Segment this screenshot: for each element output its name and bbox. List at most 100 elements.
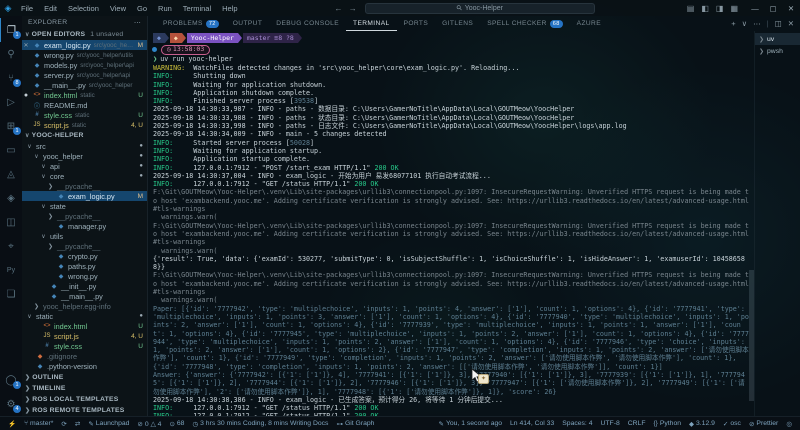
git-graph-item[interactable]: ⊶Git Graph — [332, 420, 378, 428]
tree-folder[interactable]: ∨yooc_helper● — [22, 151, 147, 161]
project-manager-icon[interactable]: ❏ — [0, 282, 22, 306]
open-editor-item[interactable]: #style.cssstaticU — [22, 110, 147, 120]
panel-tab-ports[interactable]: PORTS — [397, 16, 436, 31]
tree-file[interactable]: ◆crypto.py — [22, 251, 147, 261]
history-nav-icons[interactable]: ← → — [335, 4, 359, 13]
language-mode[interactable]: {}Python — [650, 420, 686, 428]
tree-file[interactable]: ◆.python-version — [22, 361, 147, 371]
cursor-position[interactable]: Ln 414, Col 33 — [506, 420, 558, 428]
section-outline[interactable]: ❯OUTLINE — [22, 372, 147, 383]
wakatime-item[interactable]: ◷3 hrs 30 mins Coding, 8 mins Writing Do… — [188, 420, 332, 428]
remote-explorer-icon[interactable]: ▭ — [0, 138, 22, 162]
run-debug-icon[interactable]: ▷ — [0, 90, 22, 114]
open-editor-item[interactable]: ◆__main__.pysrc\yooc_helper — [22, 80, 147, 90]
explorer-icon[interactable]: ❐1 — [0, 18, 22, 42]
panel-tab-gitlens[interactable]: GITLENS — [435, 16, 480, 31]
explorer-more-actions-icon[interactable]: ⋯ — [134, 19, 141, 27]
menu-file[interactable]: File — [16, 2, 38, 15]
menu-go[interactable]: Go — [132, 2, 152, 15]
open-editors-header[interactable]: ∨ OPEN EDITORS 1 unsaved — [22, 29, 147, 40]
tree-file[interactable]: ◆.gitignore — [22, 351, 147, 361]
problems-item[interactable]: ⊘0 △ 4 — [133, 420, 165, 428]
account-icon[interactable]: ◯1 — [0, 368, 22, 392]
tree-file[interactable]: JSscript.js4, U — [22, 331, 147, 341]
split-terminal-icon[interactable]: ◫ — [775, 19, 782, 28]
close-button[interactable]: ✕ — [782, 2, 800, 15]
menu-selection[interactable]: Selection — [63, 2, 104, 15]
tree-file[interactable]: ◆__init__.py — [22, 281, 147, 291]
settings-gear-icon[interactable]: ⚙4 — [0, 392, 22, 416]
indentation[interactable]: Spaces: 4 — [558, 420, 596, 428]
launchpad-item[interactable]: ✎Launchpad — [84, 420, 133, 428]
tree-folder[interactable]: ❯__pycache__ — [22, 181, 147, 191]
tree-folder[interactable]: ∨src● — [22, 141, 147, 151]
tree-folder[interactable]: ∨static● — [22, 311, 147, 321]
tree-folder[interactable]: ∨utils — [22, 231, 147, 241]
remote-window-icon[interactable]: ⚡ — [4, 420, 20, 428]
customize-layout-icon[interactable]: ▦ — [730, 4, 738, 13]
section-ros-local-templates[interactable]: ❯ROS LOCAL TEMPLATES — [22, 394, 147, 405]
menu-edit[interactable]: Edit — [39, 2, 62, 15]
tree-folder[interactable]: ∨api● — [22, 161, 147, 171]
open-editor-item[interactable]: JSscript.jsstatic4, U — [22, 120, 147, 130]
source-control-icon[interactable]: ⑂8 — [0, 66, 22, 90]
venv-item[interactable]: ✓osc — [719, 420, 745, 428]
testing-icon[interactable]: ◬ — [0, 162, 22, 186]
python-interpreter[interactable]: ◆3.12.9 — [685, 420, 719, 428]
command-center-search[interactable]: ⚲ Yooc-Helper — [365, 3, 595, 14]
open-editor-item[interactable]: ◆wrong.pysrc\yooc_helper\utils — [22, 50, 147, 60]
gitlens-icon[interactable]: ◈ — [0, 186, 22, 210]
panel-tab-output[interactable]: OUTPUT — [226, 16, 270, 31]
panel-tab-azure[interactable]: AZURE — [570, 16, 608, 31]
section-timeline[interactable]: ❯TIMELINE — [22, 383, 147, 394]
more-actions-icon[interactable]: ⋯ — [753, 19, 761, 28]
docker-icon[interactable]: ◫ — [0, 210, 22, 234]
minimize-button[interactable]: — — [746, 2, 764, 15]
spell-count-item[interactable]: ⊙68 — [165, 420, 188, 428]
panel-tab-spell-checker[interactable]: SPELL CHECKER68 — [480, 16, 569, 31]
scrollbar-thumb[interactable] — [749, 270, 754, 401]
project-root-header[interactable]: ∨ YOOC-HELPER — [22, 130, 147, 141]
panel-tab-terminal[interactable]: TERMINAL — [346, 16, 397, 31]
terminal-scrollbar[interactable] — [749, 31, 754, 416]
menu-run[interactable]: Run — [153, 2, 177, 15]
section-ros-remote-templates[interactable]: ❯ROS REMOTE TEMPLATES — [22, 405, 147, 416]
tree-file[interactable]: ◆exam_logic.pyM — [22, 191, 147, 201]
menu-view[interactable]: View — [105, 2, 131, 15]
tree-folder[interactable]: ❯yooc_helper.egg-info — [22, 301, 147, 311]
open-editor-item[interactable]: ⓘREADME.md — [22, 100, 147, 110]
tree-folder[interactable]: ∨state — [22, 201, 147, 211]
tree-file[interactable]: ◆__main__.py — [22, 291, 147, 301]
panel-tab-problems[interactable]: PROBLEMS72 — [156, 16, 226, 31]
open-editor-item[interactable]: ●<>index.htmlstaticU — [22, 90, 147, 100]
regex-search-icon[interactable]: ⌖ — [0, 234, 22, 258]
panel-tab-debug-console[interactable]: DEBUG CONSOLE — [269, 16, 346, 31]
terminal-tab-pwsh[interactable]: ❯pwsh — [755, 45, 800, 57]
open-editor-item[interactable]: ✕◆exam_logic.pysrc\yooc_helper\coreM — [22, 40, 147, 50]
python-icon[interactable]: Py — [0, 258, 22, 282]
encoding[interactable]: UTF-8 — [596, 420, 623, 428]
toggle-sidebar-icon[interactable]: ◧ — [701, 4, 709, 13]
menu-help[interactable]: Help — [217, 2, 242, 15]
terminal-dropdown-icon[interactable]: ∨ — [742, 19, 748, 28]
tree-file[interactable]: ◆wrong.py — [22, 271, 147, 281]
eol[interactable]: CRLF — [624, 420, 650, 428]
git-branch-item[interactable]: ⑂master* — [20, 420, 57, 428]
extensions-icon[interactable]: ⊞1 — [0, 114, 22, 138]
close-panel-icon[interactable]: ✕ — [788, 19, 794, 28]
tree-file[interactable]: ◆paths.py — [22, 261, 147, 271]
menu-terminal[interactable]: Terminal — [178, 2, 216, 15]
tree-folder[interactable]: ❯__pycache__ — [22, 241, 147, 251]
terminal-output[interactable]: ❖◆Yooc-Helpermaster ≡8 ?8◷13:58:03❯uv ru… — [148, 31, 749, 416]
search-icon[interactable]: ⚲ — [0, 42, 22, 66]
tree-folder[interactable]: ∨core● — [22, 171, 147, 181]
tree-file[interactable]: ◆manager.py — [22, 221, 147, 231]
unsaved-dot-icon[interactable]: ● — [22, 92, 30, 99]
toggle-secondary-sidebar-icon[interactable]: ◨ — [716, 4, 724, 13]
tree-file[interactable]: <>index.htmlU — [22, 321, 147, 331]
new-terminal-icon[interactable]: + — [731, 19, 735, 28]
prettier-item[interactable]: ⊘Prettier — [745, 420, 782, 428]
close-icon[interactable]: ✕ — [22, 42, 30, 49]
tree-folder[interactable]: ❯__pycache__ — [22, 211, 147, 221]
notifications-bell-icon[interactable]: ◎ — [782, 420, 796, 428]
